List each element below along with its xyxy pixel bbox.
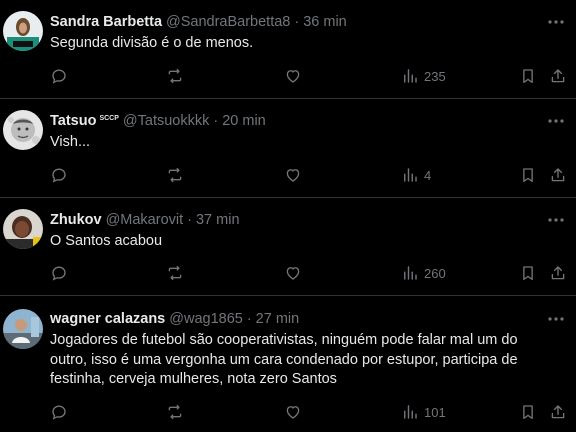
avatar[interactable] bbox=[3, 11, 43, 51]
tweet-actions: 4 bbox=[50, 165, 570, 185]
retweet-icon bbox=[168, 167, 182, 183]
separator: · bbox=[213, 113, 219, 129]
share-icon bbox=[551, 168, 565, 182]
reply-button[interactable] bbox=[50, 165, 68, 185]
timestamp[interactable]: 36 min bbox=[303, 12, 347, 32]
reply-icon bbox=[52, 69, 66, 84]
avatar[interactable] bbox=[3, 309, 43, 349]
like-button[interactable] bbox=[284, 165, 302, 185]
timeline-feed: Sandra Barbetta @SandraBarbetta8 · 36 mi… bbox=[0, 0, 576, 432]
bookmark-icon bbox=[523, 266, 533, 281]
user-handle[interactable]: @Tatsuokkkk bbox=[123, 111, 209, 131]
heart-icon bbox=[286, 406, 300, 419]
user-handle[interactable]: @Makarovit bbox=[106, 210, 184, 230]
user-badge: SCCP bbox=[99, 115, 119, 122]
tweet[interactable]: Tatsuo SCCP @Tatsuokkkk · 20 min Vish...… bbox=[0, 99, 576, 198]
bookmark-button[interactable] bbox=[519, 66, 537, 86]
retweet-button[interactable] bbox=[166, 263, 184, 283]
tweet[interactable]: Zhukov @Makarovit · 37 min O Santos acab… bbox=[0, 198, 576, 296]
views-button[interactable]: 235 bbox=[401, 66, 446, 86]
heart-icon bbox=[286, 169, 300, 182]
reply-button[interactable] bbox=[50, 263, 68, 283]
tweet-text: O Santos acabou bbox=[50, 233, 163, 249]
retweet-icon bbox=[168, 404, 182, 420]
analytics-icon bbox=[404, 168, 417, 182]
heart-icon bbox=[286, 70, 300, 83]
tweet-header: Zhukov @Makarovit · 37 min bbox=[50, 210, 240, 230]
user-handle[interactable]: @wag1865 bbox=[169, 309, 243, 329]
reply-button[interactable] bbox=[50, 402, 68, 422]
like-button[interactable] bbox=[284, 402, 302, 422]
share-icon bbox=[551, 266, 565, 280]
analytics-icon bbox=[404, 266, 417, 280]
bookmark-button[interactable] bbox=[519, 165, 537, 185]
more-options-icon[interactable] bbox=[546, 14, 566, 30]
avatar[interactable] bbox=[3, 209, 43, 249]
tweet-header: Sandra Barbetta @SandraBarbetta8 · 36 mi… bbox=[50, 12, 347, 32]
tweet[interactable]: Sandra Barbetta @SandraBarbetta8 · 36 mi… bbox=[0, 0, 576, 99]
separator: · bbox=[294, 14, 300, 30]
retweet-button[interactable] bbox=[166, 402, 184, 422]
share-button[interactable] bbox=[549, 263, 567, 283]
view-count: 101 bbox=[424, 404, 446, 420]
bookmark-icon bbox=[523, 405, 533, 420]
retweet-icon bbox=[168, 265, 182, 281]
reply-icon bbox=[52, 168, 66, 183]
share-button[interactable] bbox=[549, 66, 567, 86]
timestamp[interactable]: 27 min bbox=[256, 309, 300, 329]
tweet-text: Vish... bbox=[50, 134, 91, 150]
more-options-icon[interactable] bbox=[546, 113, 566, 129]
tweet[interactable]: wagner calazans @wag1865 · 27 min Jogado… bbox=[0, 296, 576, 432]
avatar[interactable] bbox=[3, 110, 43, 150]
like-button[interactable] bbox=[284, 66, 302, 86]
separator: · bbox=[187, 212, 192, 228]
views-button[interactable]: 4 bbox=[401, 165, 431, 185]
more-options-icon[interactable] bbox=[546, 212, 566, 228]
tweet-text: Jogadores de futebol são cooperativistas… bbox=[50, 332, 518, 387]
retweet-icon bbox=[168, 68, 182, 84]
retweet-button[interactable] bbox=[166, 66, 184, 86]
bookmark-button[interactable] bbox=[519, 263, 537, 283]
view-count: 4 bbox=[424, 167, 432, 183]
tweet-header: Tatsuo SCCP @Tatsuokkkk · 20 min bbox=[50, 111, 266, 134]
share-button[interactable] bbox=[549, 402, 567, 422]
bookmark-button[interactable] bbox=[519, 402, 537, 422]
reply-icon bbox=[52, 266, 66, 281]
display-name[interactable]: Sandra Barbetta bbox=[50, 12, 162, 32]
view-count: 235 bbox=[424, 68, 446, 84]
tweet-actions: 235 bbox=[50, 66, 570, 86]
reply-button[interactable] bbox=[50, 66, 68, 86]
user-handle[interactable]: @SandraBarbetta8 bbox=[166, 12, 290, 32]
timestamp[interactable]: 20 min bbox=[222, 111, 266, 131]
more-options-icon[interactable] bbox=[546, 311, 566, 327]
bookmark-icon bbox=[523, 168, 533, 183]
tweet-text: Segunda divisão é o de menos. bbox=[50, 35, 254, 51]
tweet-actions: 260 bbox=[50, 263, 570, 283]
tweet-actions: 101 bbox=[50, 402, 570, 422]
share-icon bbox=[551, 69, 565, 83]
views-button[interactable]: 101 bbox=[401, 402, 446, 422]
timestamp[interactable]: 37 min bbox=[196, 210, 240, 230]
analytics-icon bbox=[404, 405, 417, 419]
share-button[interactable] bbox=[549, 165, 567, 185]
reply-icon bbox=[52, 405, 66, 420]
like-button[interactable] bbox=[284, 263, 302, 283]
tweet-header: wagner calazans @wag1865 · 27 min bbox=[50, 309, 299, 329]
display-name[interactable]: wagner calazans bbox=[50, 309, 165, 329]
views-button[interactable]: 260 bbox=[401, 263, 446, 283]
share-icon bbox=[551, 405, 565, 419]
display-name[interactable]: Tatsuo bbox=[50, 111, 96, 131]
bookmark-icon bbox=[523, 69, 533, 84]
heart-icon bbox=[286, 267, 300, 280]
retweet-button[interactable] bbox=[166, 165, 184, 185]
analytics-icon bbox=[404, 69, 417, 83]
separator: · bbox=[246, 311, 252, 327]
view-count: 260 bbox=[424, 265, 446, 281]
display-name[interactable]: Zhukov bbox=[50, 210, 102, 230]
